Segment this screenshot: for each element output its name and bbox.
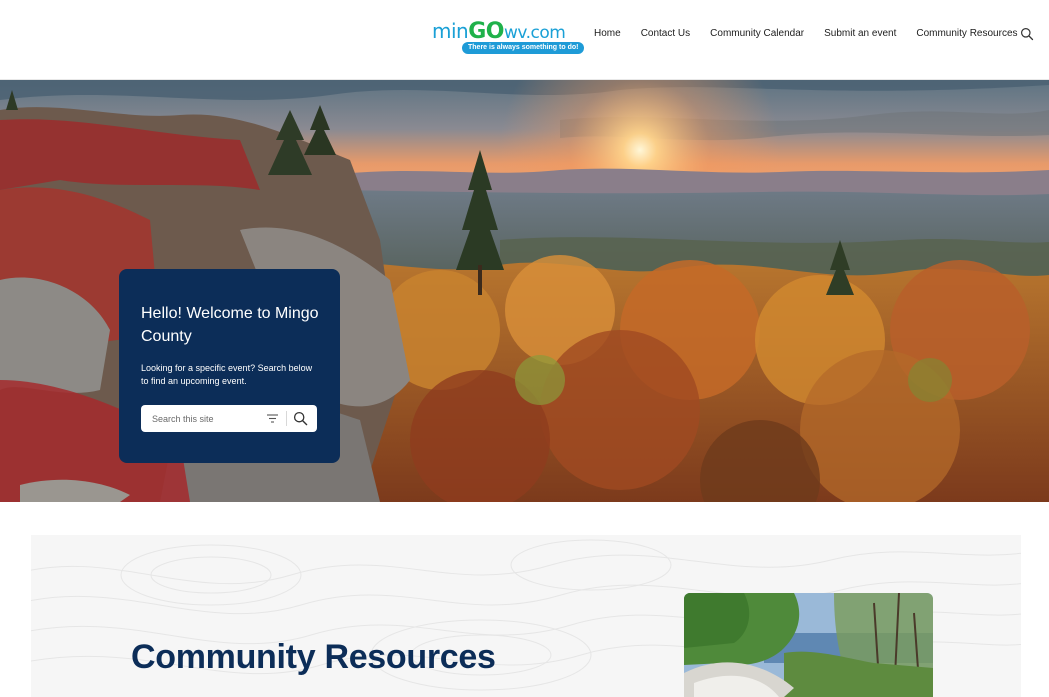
nav-community-calendar[interactable]: Community Calendar — [710, 27, 804, 41]
hero-banner: Hello! Welcome to Mingo County Looking f… — [0, 80, 1049, 502]
logo-part-wv: wv.com — [503, 23, 566, 43]
site-search-input[interactable] — [141, 405, 261, 432]
welcome-title: Hello! Welcome to Mingo County — [141, 305, 319, 345]
search-submit-icon[interactable] — [293, 411, 308, 426]
community-resources-section: Community Resources — [31, 535, 1021, 697]
resources-photo — [684, 593, 933, 697]
welcome-card: Hello! Welcome to Mingo County Looking f… — [119, 269, 340, 463]
site-logo[interactable]: minGOwv.com There is always something to… — [432, 17, 585, 57]
nav-community-resources[interactable]: Community Resources — [916, 27, 1017, 41]
section-title: Community Resources — [131, 638, 496, 676]
logo-tagline: There is always something to do! — [462, 42, 585, 54]
nav-home[interactable]: Home — [594, 27, 621, 41]
site-header: minGOwv.com There is always something to… — [0, 0, 1049, 80]
nav-contact-us[interactable]: Contact Us — [641, 27, 690, 41]
logo-part-go: GO — [468, 19, 504, 44]
site-search-box — [141, 405, 317, 432]
logo-part-min: min — [432, 19, 469, 43]
main-nav: Home Contact Us Community Calendar Submi… — [594, 27, 1018, 41]
welcome-subtitle: Looking for a specific event? Search bel… — [141, 363, 313, 386]
filter-icon[interactable] — [266, 412, 279, 425]
nav-submit-an-event[interactable]: Submit an event — [824, 27, 896, 41]
search-divider — [286, 411, 287, 426]
search-icon[interactable] — [1020, 27, 1034, 41]
